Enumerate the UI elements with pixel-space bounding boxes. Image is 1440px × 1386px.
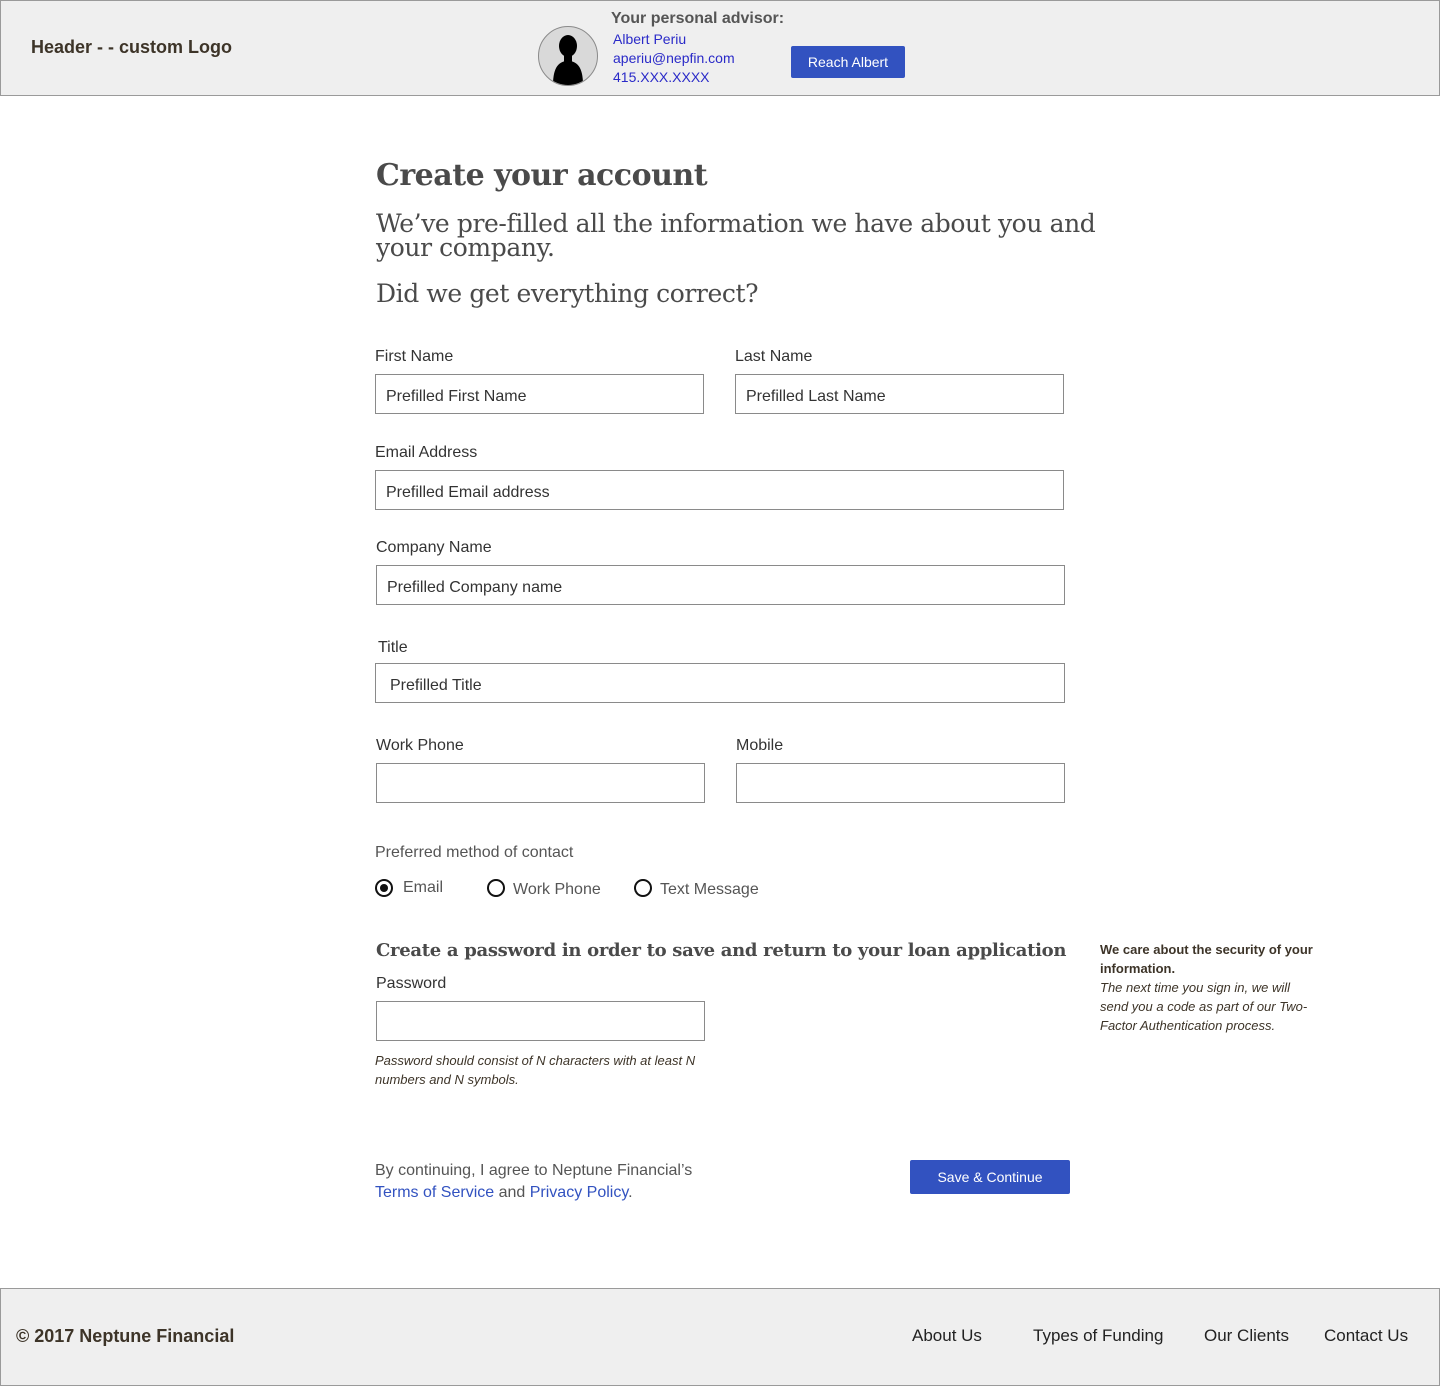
footer-copyright: © 2017 Neptune Financial [16, 1326, 235, 1346]
title-label: Title [378, 639, 408, 656]
email-field[interactable] [375, 470, 1064, 510]
first-name-field[interactable] [375, 374, 704, 414]
company-label: Company Name [376, 539, 492, 556]
security-body: The next time you sign in, we will send … [1100, 980, 1308, 1033]
intro-question: Did we get everything correct? [376, 279, 759, 308]
mobile-field[interactable] [736, 763, 1065, 803]
contact-method-label: Preferred method of contact [375, 844, 574, 861]
radio-email-label: Email [403, 879, 444, 896]
footer-link-contact-us[interactable]: Contact Us [1324, 1326, 1408, 1346]
radio-text-message[interactable] [634, 879, 652, 897]
radio-option-text-message[interactable]: Text Message [634, 877, 759, 899]
last-name-field[interactable] [735, 374, 1064, 414]
save-continue-button[interactable]: Save & Continue [910, 1160, 1070, 1194]
radio-option-work-phone[interactable]: Work Phone [487, 877, 601, 899]
advisor-phone[interactable]: 415.XXX.XXXX [613, 69, 710, 85]
radio-work-phone[interactable] [487, 879, 505, 897]
intro-text: We’ve pre-filled all the information we … [376, 209, 1096, 262]
page-footer: © 2017 Neptune Financial About Us Types … [0, 1288, 1440, 1386]
footer-link-about-us[interactable]: About Us [912, 1326, 982, 1346]
footer-link-types-of-funding[interactable]: Types of Funding [1033, 1326, 1163, 1346]
agreement-text: By continuing, I agree to Neptune Financ… [375, 1160, 692, 1204]
advisor-avatar [538, 26, 598, 86]
terms-link[interactable]: Terms of Service [375, 1184, 494, 1201]
first-name-label: First Name [375, 348, 454, 365]
radio-text-message-label: Text Message [660, 881, 759, 898]
security-note: We care about the security of your infor… [1100, 940, 1315, 1035]
advisor-email[interactable]: aperiu@nepfin.com [613, 50, 735, 66]
agreement-prefix: By continuing, I agree to Neptune Financ… [375, 1162, 693, 1179]
header-logo[interactable]: Header - - custom Logo [31, 37, 232, 58]
work-phone-label: Work Phone [376, 737, 464, 754]
reach-advisor-button[interactable]: Reach Albert [791, 46, 905, 78]
last-name-label: Last Name [735, 348, 813, 365]
title-field[interactable] [375, 663, 1065, 703]
work-phone-field[interactable] [376, 763, 705, 803]
advisor-heading: Your personal advisor: [611, 10, 785, 27]
advisor-name[interactable]: Albert Periu [613, 31, 686, 47]
footer-link-our-clients[interactable]: Our Clients [1204, 1326, 1289, 1346]
password-hint: Password should consist of N characters … [375, 1053, 696, 1087]
agreement-end: . [628, 1184, 633, 1201]
mobile-label: Mobile [736, 737, 784, 754]
radio-work-phone-label: Work Phone [513, 881, 601, 898]
password-label: Password [376, 975, 447, 992]
page-header: Header - - custom Logo Your personal adv… [0, 0, 1440, 96]
password-field[interactable] [376, 1001, 705, 1041]
password-heading: Create a password in order to save and r… [376, 940, 1067, 961]
privacy-link[interactable]: Privacy Policy [530, 1184, 628, 1201]
company-field[interactable] [376, 565, 1065, 605]
agreement-and: and [498, 1184, 526, 1201]
person-silhouette-icon [553, 35, 583, 85]
security-title: We care about the security of your infor… [1100, 942, 1313, 976]
radio-option-email[interactable]: Email [375, 879, 443, 897]
radio-email[interactable] [375, 879, 393, 897]
email-label: Email Address [375, 444, 478, 461]
page-title: Create your account [376, 158, 708, 193]
